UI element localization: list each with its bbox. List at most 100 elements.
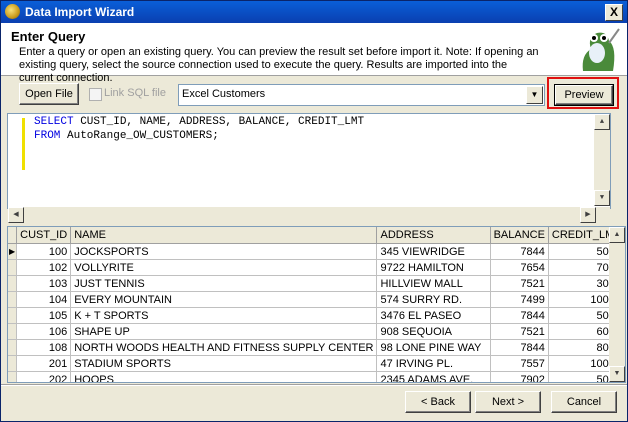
table-cell[interactable]: NORTH WOODS HEALTH AND FITNESS SUPPLY CE… — [70, 339, 378, 356]
query-toolbar: Open File Link SQL file Excel Customers … — [1, 77, 627, 111]
table-cell[interactable]: 7499 — [490, 291, 549, 308]
column-header[interactable]: ADDRESS — [376, 227, 491, 244]
scroll-left-icon[interactable]: ◀ — [8, 207, 24, 223]
table-row[interactable]: 102VOLLYRITE9722 HAMILTON76547000 — [8, 259, 625, 276]
table-cell[interactable]: 9722 HAMILTON — [376, 259, 491, 276]
row-indicator — [8, 291, 18, 308]
table-cell[interactable]: EVERY MOUNTAIN — [70, 291, 378, 308]
table-cell[interactable]: 7654 — [490, 259, 549, 276]
sql-line-2: FROM AutoRange_OW_CUSTOMERS; — [34, 130, 219, 142]
grid-vertical-scrollbar[interactable]: ▲ ▼ — [609, 227, 625, 382]
table-cell[interactable]: STADIUM SPORTS — [70, 355, 378, 372]
table-cell[interactable]: 7902 — [490, 371, 549, 382]
edit-marker — [22, 118, 25, 170]
table-cell[interactable]: 202 — [16, 371, 72, 382]
table-cell[interactable]: 7521 — [490, 275, 549, 292]
sql-keyword: SELECT — [34, 116, 74, 128]
preview-highlight: Preview — [547, 77, 619, 109]
link-sql-label: Link SQL file — [104, 87, 166, 99]
row-indicator — [8, 275, 18, 292]
editor-vertical-scrollbar[interactable]: ▲ ▼ — [594, 114, 610, 206]
table-cell[interactable]: 201 — [16, 355, 72, 372]
table-cell[interactable]: 103 — [16, 275, 72, 292]
table-row[interactable]: 103JUST TENNISHILLVIEW MALL75213000 — [8, 275, 625, 292]
open-file-button[interactable]: Open File — [19, 83, 79, 105]
connection-value: Excel Customers — [182, 88, 266, 100]
cancel-button[interactable]: Cancel — [551, 391, 617, 413]
table-cell[interactable]: JUST TENNIS — [70, 275, 378, 292]
table-cell[interactable]: 106 — [16, 323, 72, 340]
column-header[interactable]: BALANCE — [490, 227, 549, 244]
row-indicator — [8, 259, 18, 276]
scroll-down-icon[interactable]: ▼ — [609, 366, 625, 382]
scroll-right-icon[interactable]: ▶ — [580, 207, 596, 223]
table-cell[interactable]: 574 SURRY RD. — [376, 291, 491, 308]
table-cell[interactable]: JOCKSPORTS — [70, 243, 378, 260]
page-title: Enter Query — [11, 29, 86, 44]
table-cell[interactable]: 7844 — [490, 339, 549, 356]
table-header-row: CUST_ID NAME ADDRESS BALANCE CREDIT_LMT — [8, 227, 625, 244]
window-title: Data Import Wizard — [25, 5, 135, 19]
table-cell[interactable]: 108 — [16, 339, 72, 356]
table-cell[interactable]: 7844 — [490, 307, 549, 324]
table-cell[interactable]: 7557 — [490, 355, 549, 372]
results-grid[interactable]: CUST_ID NAME ADDRESS BALANCE CREDIT_LMT … — [7, 226, 626, 383]
app-icon — [5, 4, 20, 19]
table-cell[interactable]: K + T SPORTS — [70, 307, 378, 324]
sql-text: CUST_ID, NAME, ADDRESS, BALANCE, CREDIT_… — [73, 116, 365, 128]
close-button[interactable]: X — [605, 4, 623, 21]
table-cell[interactable]: 2345 ADAMS AVE. — [376, 371, 491, 382]
next-button[interactable]: Next > — [475, 391, 541, 413]
table-row[interactable]: 104 EVERY MOUNTAIN 574 SURRY RD. 7499 10000 — [8, 291, 625, 308]
table-cell[interactable]: SHAPE UP — [70, 323, 378, 340]
table-cell[interactable]: VOLLYRITE — [70, 259, 378, 276]
column-header[interactable]: NAME — [70, 227, 378, 244]
table-cell[interactable]: 104 — [16, 291, 72, 308]
sql-line-1: SELECT CUST_ID, NAME, ADDRESS, BALANCE, … — [34, 116, 364, 128]
table-cell[interactable]: HILLVIEW MALL — [376, 275, 491, 292]
current-row-arrow-icon: ▶ — [8, 243, 18, 260]
table-cell[interactable]: 7521 — [490, 323, 549, 340]
title-bar: Data Import Wizard X — [1, 1, 627, 23]
table-row[interactable]: ▶100JOCKSPORTS345 VIEWRIDGE78445000 — [8, 243, 625, 260]
scroll-up-icon[interactable]: ▲ — [609, 227, 625, 243]
row-indicator-header — [8, 227, 18, 244]
table-cell[interactable]: 100 — [16, 243, 72, 260]
wizard-window: Data Import Wizard X Enter Query Enter a… — [0, 0, 628, 422]
frog-mascot-icon — [573, 25, 621, 73]
table-row[interactable]: 202HOOPS2345 ADAMS AVE.79025000 — [8, 371, 625, 382]
table-cell[interactable]: 102 — [16, 259, 72, 276]
table-row[interactable]: 108 NORTH WOODS HEALTH AND FITNESS SUPPLY… — [8, 339, 625, 356]
scroll-down-icon[interactable]: ▼ — [594, 190, 610, 206]
table-cell[interactable]: 908 SEQUOIA — [376, 323, 491, 340]
chevron-down-icon[interactable]: ▼ — [526, 86, 543, 104]
table-cell[interactable]: 7844 — [490, 243, 549, 260]
connection-select[interactable]: Excel Customers ▼ — [178, 84, 545, 106]
table-cell[interactable]: 47 IRVING PL. — [376, 355, 491, 372]
scroll-up-icon[interactable]: ▲ — [594, 114, 610, 130]
row-indicator — [8, 323, 18, 340]
wizard-header: Enter Query Enter a query or open an exi… — [1, 23, 627, 84]
sql-editor[interactable]: SELECT CUST_ID, NAME, ADDRESS, BALANCE, … — [7, 113, 611, 209]
table-cell[interactable]: 105 — [16, 307, 72, 324]
table-cell[interactable]: HOOPS — [70, 371, 378, 382]
table-cell[interactable]: 3476 EL PASEO — [376, 307, 491, 324]
table-row[interactable]: 105K + T SPORTS3476 EL PASEO78445000 — [8, 307, 625, 324]
preview-button[interactable]: Preview — [554, 84, 614, 106]
footer-divider — [1, 384, 627, 386]
row-indicator — [8, 355, 18, 372]
link-sql-checkbox[interactable] — [89, 88, 102, 101]
editor-horizontal-scrollbar[interactable]: ◀ ▶ — [8, 207, 610, 223]
results-table: CUST_ID NAME ADDRESS BALANCE CREDIT_LMT … — [8, 227, 625, 382]
table-cell[interactable]: 98 LONE PINE WAY — [376, 339, 491, 356]
table-cell[interactable]: 345 VIEWRIDGE — [376, 243, 491, 260]
table-row[interactable]: 201 STADIUM SPORTS 47 IRVING PL. 7557 10000 — [8, 355, 625, 372]
sql-keyword: FROM — [34, 130, 61, 142]
sql-text: AutoRange_OW_CUSTOMERS; — [60, 130, 219, 142]
back-button[interactable]: < Back — [405, 391, 471, 413]
row-indicator — [8, 307, 18, 324]
row-indicator — [8, 339, 18, 356]
table-row[interactable]: 106SHAPE UP908 SEQUOIA75216000 — [8, 323, 625, 340]
row-indicator — [8, 371, 18, 382]
column-header[interactable]: CUST_ID — [16, 227, 72, 244]
